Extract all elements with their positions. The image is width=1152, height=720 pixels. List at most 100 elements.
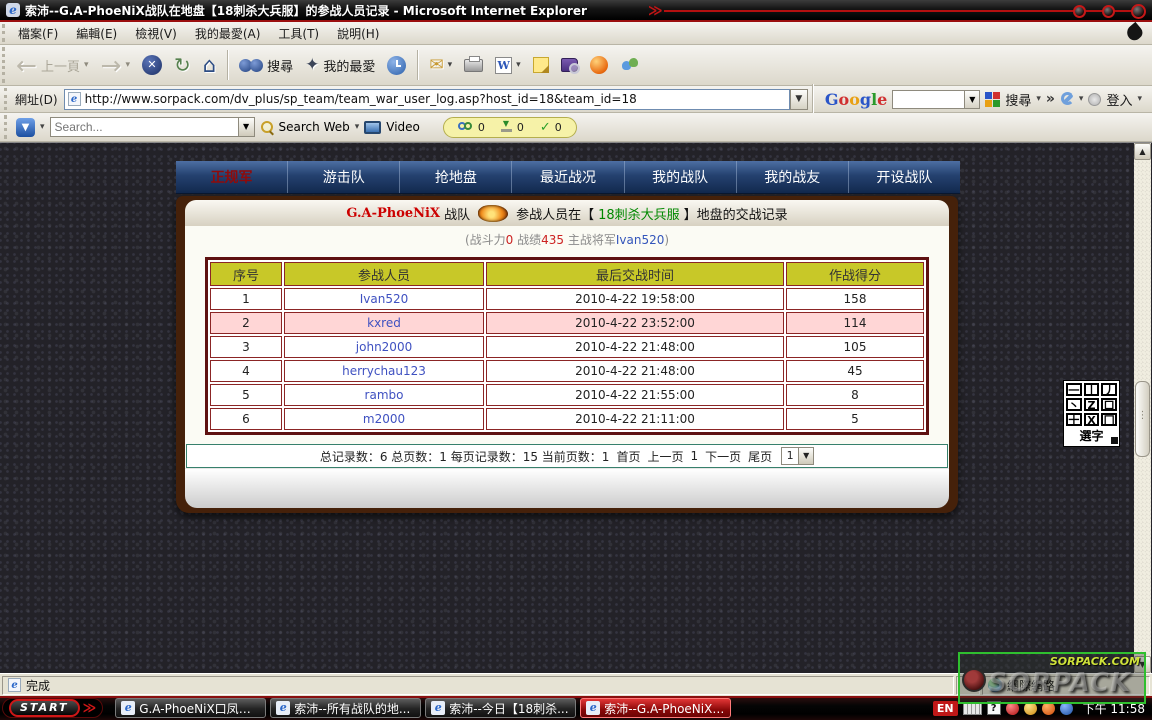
start-button[interactable]: START ≫ [2, 698, 103, 718]
links-counter[interactable]: 0 [458, 121, 485, 134]
search-web-button[interactable]: Search Web [279, 120, 350, 134]
toolbar-grip[interactable] [2, 24, 7, 42]
menu-tools[interactable]: 工具(T) [269, 22, 328, 45]
nav-tab-my-team[interactable]: 我的战队 [624, 161, 736, 193]
language-indicator[interactable]: EN [933, 701, 958, 716]
player-link[interactable]: john2000 [356, 340, 412, 354]
google-search-dropdown-icon[interactable]: ▾ [1036, 94, 1041, 104]
search-web-dropdown-icon[interactable]: ▾ [355, 122, 360, 132]
ime-stroke-button[interactable]: X [1084, 413, 1100, 426]
address-input[interactable]: e http://www.sorpack.com/dv_plus/sp_team… [64, 89, 790, 110]
address-dropdown-button[interactable]: ▼ [790, 89, 808, 110]
home-button[interactable]: ⌂ [198, 48, 221, 82]
prev-page-link[interactable]: 上一页 [647, 448, 683, 465]
stop-button[interactable]: ✕ [137, 48, 167, 82]
ime-stroke-button[interactable]: 一 [1066, 383, 1082, 396]
edit-word-button[interactable]: W ▾ [490, 48, 526, 82]
ime-stroke-button[interactable]: 口 [1101, 398, 1117, 411]
back-button[interactable]: ← 上一頁 ▾ [11, 48, 94, 82]
nav-tab-guerrilla[interactable]: 游击队 [287, 161, 399, 193]
page-number-link[interactable]: 1 [690, 449, 698, 463]
taskbar-task-1[interactable]: e G.A-PhoeNiX口凤凰口 ... [115, 698, 266, 718]
toolbar-grip[interactable] [4, 88, 9, 110]
scroll-up-button[interactable]: ▲ [1134, 143, 1151, 160]
page-select-dropdown-icon[interactable]: ▼ [798, 448, 813, 464]
url-text[interactable]: http://www.sorpack.com/dv_plus/sp_team/t… [85, 92, 637, 106]
ime-select-char-button[interactable]: 選字 [1066, 427, 1117, 444]
first-page-link[interactable]: 首页 [616, 448, 640, 465]
toolbar2-brand-icon[interactable]: ▼ [16, 118, 35, 137]
checked-counter[interactable]: ✓ 0 [540, 120, 562, 135]
taskbar-task-active[interactable]: e 索沛--G.A-PhoeNiX战... [580, 698, 731, 718]
forward-arrow-icon: → [101, 53, 122, 78]
ime-stroke-button[interactable]: 十 [1066, 413, 1082, 426]
minimize-button[interactable] [1073, 5, 1086, 18]
toolbar-overflow-chevron[interactable]: » [1046, 91, 1055, 107]
toolbar2-brand-dropdown-icon[interactable]: ▾ [40, 122, 45, 132]
nav-tab-create-team[interactable]: 开设战队 [848, 161, 960, 193]
nav-tab-regular-army[interactable]: 正规军 [176, 161, 287, 193]
history-button[interactable] [382, 48, 411, 82]
card-body: (战斗力0 战绩435 主战将军Ivan520) 序号 参战人员 最后交战时间 … [185, 226, 949, 468]
menu-help[interactable]: 說明(H) [328, 22, 388, 45]
favorites-button[interactable]: ✦ 我的最愛 [300, 48, 380, 82]
dictionary-button[interactable] [556, 48, 583, 82]
player-link[interactable]: Ivan520 [360, 292, 409, 306]
forward-dropdown-icon[interactable]: ▾ [125, 60, 130, 70]
maximize-button[interactable] [1102, 5, 1115, 18]
vertical-scrollbar[interactable]: ▲ ▼ [1134, 143, 1151, 673]
taskbar-task-2[interactable]: e 索沛--所有战队的地... [270, 698, 421, 718]
menu-view[interactable]: 檢視(V) [126, 22, 186, 45]
refresh-button[interactable]: ↻ [169, 48, 196, 82]
next-page-link[interactable]: 下一页 [705, 448, 741, 465]
book-search-icon [561, 58, 578, 72]
ime-stroke-button[interactable]: 冂 [1101, 413, 1117, 426]
browser-addon-button[interactable] [585, 48, 613, 82]
toolbar-grip[interactable] [4, 115, 9, 139]
search-button[interactable]: 搜尋 [234, 48, 298, 82]
menu-edit[interactable]: 編輯(E) [67, 22, 126, 45]
page-select[interactable]: 1 ▼ [781, 447, 814, 465]
video-button[interactable]: Video [386, 120, 420, 134]
ie-task-icon: e [431, 701, 445, 715]
print-button[interactable] [459, 48, 488, 82]
last-page-link[interactable]: 尾页 [748, 448, 772, 465]
menu-favorites[interactable]: 我的最愛(A) [186, 22, 270, 45]
nav-tab-recent-battles[interactable]: 最近战况 [511, 161, 623, 193]
toolbar2-search-box[interactable]: ▼ [50, 117, 255, 137]
player-link[interactable]: rambo [365, 388, 404, 402]
google-settings-wrench-icon[interactable] [1060, 92, 1074, 106]
google-signin-button[interactable]: 登入 [1106, 90, 1132, 109]
google-settings-dropdown-icon[interactable]: ▾ [1079, 94, 1084, 104]
google-search-button[interactable]: 搜尋 [1005, 90, 1031, 109]
player-link[interactable]: herrychau123 [342, 364, 426, 378]
player-link[interactable]: m2000 [363, 412, 405, 426]
scrollbar-thumb[interactable] [1135, 381, 1150, 457]
edit-dropdown-icon[interactable]: ▾ [516, 60, 521, 70]
messenger-button[interactable] [615, 48, 645, 82]
notes-button[interactable] [528, 48, 554, 82]
google-input-dropdown-icon[interactable]: ▼ [964, 91, 979, 108]
signin-dropdown-icon[interactable]: ▾ [1137, 94, 1142, 104]
google-search-input[interactable]: ▼ [892, 90, 980, 109]
table-row: 5 rambo 2010-4-22 21:55:00 8 [210, 384, 924, 406]
forward-button[interactable]: → ▾ [96, 48, 135, 82]
ime-stroke-button[interactable]: 丶 [1066, 398, 1082, 411]
close-button[interactable] [1131, 4, 1146, 19]
mail-button[interactable]: ✉ ▾ [424, 48, 457, 82]
search-input[interactable] [51, 118, 238, 136]
downloads-counter[interactable]: 0 [501, 121, 524, 134]
ime-stroke-button[interactable]: Z [1084, 398, 1100, 411]
toolbar-grip[interactable] [2, 47, 7, 83]
nav-tab-my-comrades[interactable]: 我的战友 [736, 161, 848, 193]
taskbar-task-3[interactable]: e 索沛--今日【18刺杀... [425, 698, 576, 718]
player-link[interactable]: kxred [367, 316, 401, 330]
nav-tab-grab-territory[interactable]: 抢地盘 [399, 161, 511, 193]
mail-dropdown-icon[interactable]: ▾ [448, 60, 453, 70]
ime-stroke-button[interactable]: 丿 [1101, 383, 1117, 396]
menu-file[interactable]: 檔案(F) [9, 22, 67, 45]
ie-task-icon: e [586, 701, 600, 715]
back-dropdown-icon[interactable]: ▾ [84, 60, 89, 70]
ime-stroke-button[interactable]: 丨 [1084, 383, 1100, 396]
search-dropdown-icon[interactable]: ▼ [238, 118, 254, 136]
